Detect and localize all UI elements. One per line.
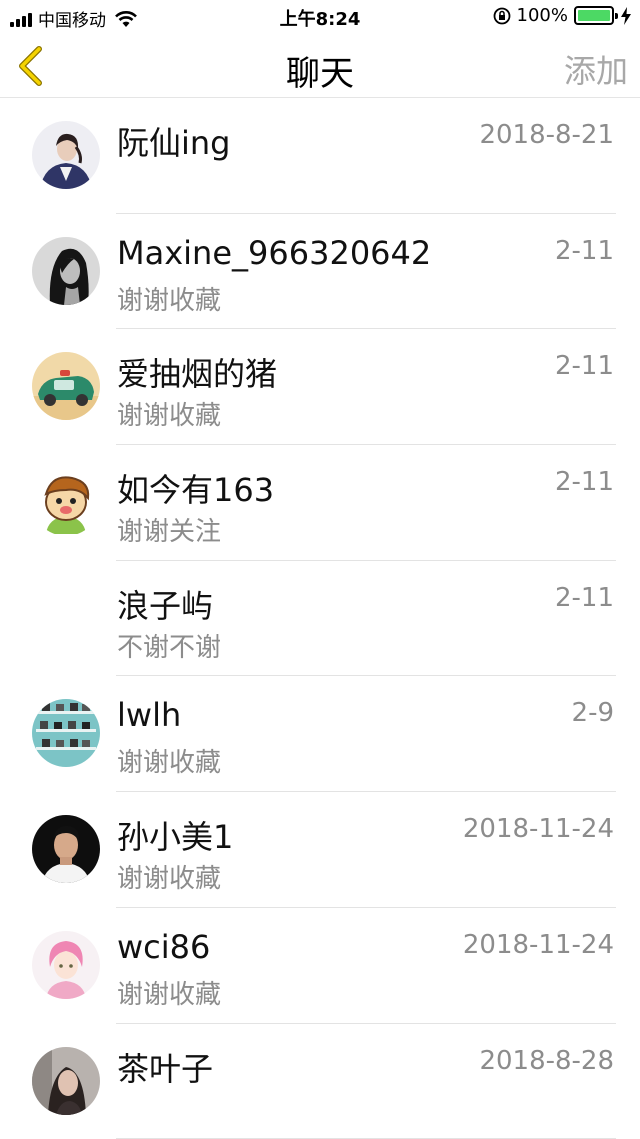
avatar[interactable] [32, 121, 100, 189]
chat-date: 2-11 [555, 351, 614, 381]
avatar[interactable] [32, 468, 100, 536]
chat-message: 谢谢收藏 [117, 742, 221, 779]
avatar[interactable] [32, 237, 100, 305]
avatar[interactable] [32, 815, 100, 883]
chat-name: 如今有163 [117, 465, 274, 511]
chat-date: 2018-8-21 [479, 120, 614, 150]
chat-date: 2-11 [555, 236, 614, 266]
chat-message: 谢谢收藏 [117, 974, 221, 1011]
rotation-lock-icon [493, 7, 511, 25]
battery-icon [574, 6, 614, 25]
chat-date: 2-11 [555, 467, 614, 497]
chat-message: 谢谢收藏 [117, 395, 221, 432]
chat-row[interactable]: 阮仙ing 2018-8-21 [0, 98, 640, 214]
navigation-bar: 聊天 添加 [0, 34, 640, 98]
chat-date: 2-9 [572, 698, 614, 728]
chat-row[interactable]: 茶叶子 2018-8-28 [0, 1024, 640, 1139]
avatar[interactable] [32, 352, 100, 420]
page-title: 聊天 [0, 46, 640, 95]
chat-row[interactable]: lwlh 谢谢收藏 2-9 [0, 676, 640, 792]
chat-row[interactable]: 爱抽烟的猪 谢谢收藏 2-11 [0, 329, 640, 445]
chat-date: 2-11 [555, 583, 614, 613]
chat-row[interactable]: wci86 谢谢收藏 2018-11-24 [0, 908, 640, 1024]
chat-date: 2018-11-24 [463, 814, 614, 844]
status-right: 100% [493, 5, 632, 26]
chat-message: 谢谢收藏 [117, 280, 221, 317]
chat-name: 孙小美1 [117, 812, 233, 858]
chat-row[interactable]: 孙小美1 谢谢收藏 2018-11-24 [0, 792, 640, 908]
chat-message: 谢谢收藏 [117, 858, 221, 895]
chat-date: 2018-11-24 [463, 930, 614, 960]
add-button[interactable]: 添加 [564, 46, 628, 92]
battery-percentage: 100% [517, 5, 568, 26]
chat-message: 谢谢关注 [117, 511, 221, 548]
chat-name: wci86 [117, 928, 210, 966]
charging-bolt-icon [620, 7, 632, 25]
chat-name: 爱抽烟的猪 [117, 349, 277, 395]
chat-name: 茶叶子 [117, 1044, 213, 1090]
chat-message: 不谢不谢 [117, 627, 221, 664]
chat-row[interactable]: 浪子屿 不谢不谢 2-11 [0, 561, 640, 677]
avatar[interactable] [32, 1047, 100, 1115]
chat-row[interactable]: 如今有163 谢谢关注 2-11 [0, 445, 640, 561]
chat-name: 阮仙ing [117, 118, 231, 164]
chat-name: Maxine_966320642 [117, 234, 431, 272]
chat-name: lwlh [117, 696, 181, 734]
chat-row[interactable]: Maxine_966320642 谢谢收藏 2-11 [0, 214, 640, 330]
chat-list: 阮仙ing 2018-8-21 Maxine_966320642 谢谢收藏 2-… [0, 98, 640, 1139]
avatar[interactable] [32, 931, 100, 999]
status-bar: 中国移动 上午8:24 100% [0, 0, 640, 34]
chat-date: 2018-8-28 [479, 1046, 614, 1076]
avatar[interactable] [32, 699, 100, 767]
chat-name: 浪子屿 [117, 581, 213, 627]
